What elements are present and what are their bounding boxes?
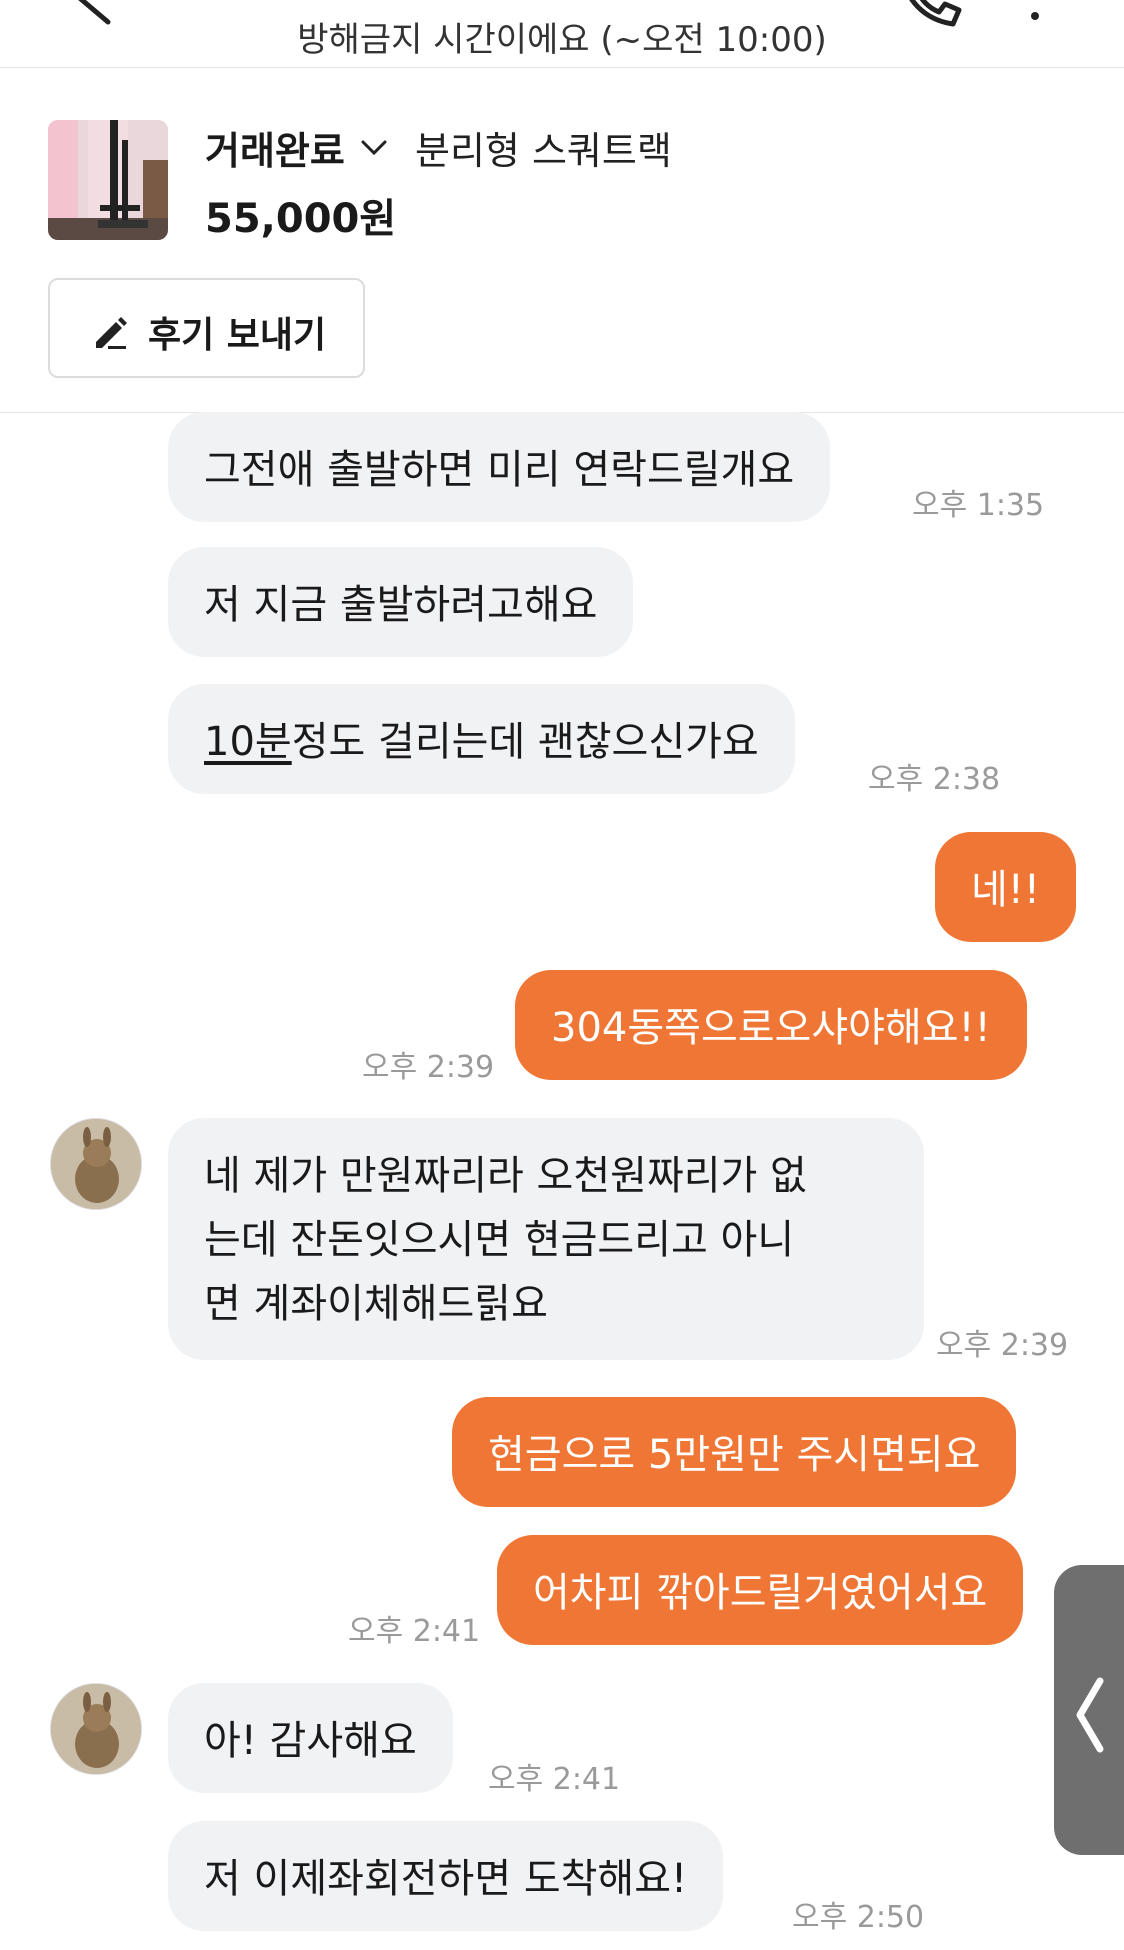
message-outgoing[interactable]: 어차피 깎아드릴거였어서요	[497, 1535, 1024, 1645]
message-incoming[interactable]: 10분정도 걸리는데 괜찮으신가요	[168, 684, 795, 794]
message-incoming[interactable]: 저 지금 출발하려고해요	[168, 547, 634, 657]
message-text: 304동쪽으로오샤야해요!!	[551, 1005, 991, 1051]
message-text: 아! 감사해요	[204, 1718, 417, 1764]
send-review-label: 후기 보내기	[148, 315, 327, 356]
product-thumbnail[interactable]	[48, 120, 168, 240]
chevron-left-icon	[1076, 1677, 1104, 1753]
trade-status[interactable]: 거래완료	[205, 120, 345, 175]
product-title: 분리형 스쿼트랙	[415, 129, 672, 173]
message-outgoing[interactable]: 304동쪽으로오샤야해요!!	[515, 970, 1027, 1080]
more-button[interactable]	[1020, 0, 1050, 30]
message-text: 저 이제좌회전하면 도착해요!	[204, 1856, 688, 1902]
animal-avatar-image	[51, 1119, 141, 1209]
message-time: 오후 2:50	[792, 1900, 925, 1935]
product-card: 거래완료 분리형 스쿼트랙 55,000원 후기 보내기	[0, 68, 1124, 413]
message-time: 오후 1:35	[912, 488, 1045, 523]
message-time: 오후 2:39	[936, 1328, 1069, 1363]
status-dropdown[interactable]	[357, 130, 391, 164]
message-text: 네!!	[971, 867, 1040, 913]
phone-icon	[909, 0, 962, 27]
pencil-icon	[96, 317, 127, 349]
send-review-button[interactable]: 후기 보내기	[48, 278, 365, 378]
more-icon	[1031, 12, 1039, 20]
message-time: 오후 2:41	[348, 1614, 481, 1649]
avatar[interactable]	[50, 1118, 142, 1210]
message-outgoing[interactable]: 네!!	[935, 832, 1076, 942]
message-text: 저 지금 출발하려고해요	[204, 582, 598, 628]
message-outgoing[interactable]: 현금으로 5만원만 주시면되요	[452, 1397, 1017, 1507]
message-incoming[interactable]: 네 제가 만원짜리라 오천원짜리가 없 는데 잔돈잇으시면 현금드리고 아니 면…	[168, 1118, 924, 1360]
message-text: 정도 걸리는데 괜찮으신가요	[291, 719, 759, 765]
message-text: 그전애 출발하면 미리 연락드릴개요	[204, 447, 795, 493]
message-text: 현금으로 5만원만 주시면되요	[488, 1432, 981, 1478]
animal-avatar-image	[51, 1684, 141, 1774]
avatar[interactable]	[50, 1683, 142, 1775]
chevron-down-icon	[361, 140, 387, 156]
message-line: 는데 잔돈잇으시면 현금드리고 아니	[204, 1217, 795, 1263]
message-line: 네 제가 만원짜리라 오천원짜리가 없	[204, 1153, 807, 1199]
message-incoming[interactable]: 저 이제좌회전하면 도착해요!	[168, 1821, 724, 1931]
chat-header: 방해금지 시간이에요 (~오전 10:00)	[0, 0, 1124, 68]
message-time: 오후 2:41	[488, 1762, 621, 1797]
message-time: 오후 2:38	[868, 762, 1001, 797]
message-time: 오후 2:39	[362, 1050, 495, 1085]
message-incoming[interactable]: 그전애 출발하면 미리 연락드릴개요	[168, 412, 831, 522]
message-incoming[interactable]: 아! 감사해요	[168, 1683, 453, 1793]
message-link-text[interactable]: 10분	[204, 719, 292, 765]
call-button[interactable]	[895, 0, 965, 30]
squat-rack-image	[48, 120, 168, 240]
message-line: 면 계좌이체해드릵요	[204, 1281, 548, 1327]
product-price: 55,000원	[205, 196, 397, 242]
message-text: 어차피 깎아드릴거였어서요	[533, 1570, 988, 1616]
side-panel-handle[interactable]	[1054, 1565, 1124, 1855]
